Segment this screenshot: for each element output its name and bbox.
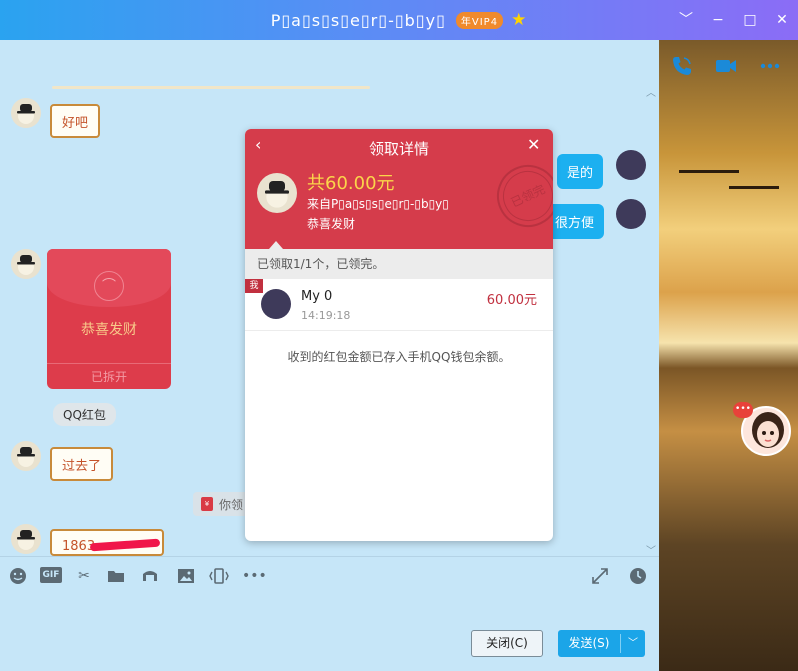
red-packet-icon: ¥ [201,497,213,511]
gif-icon[interactable]: GIF [40,567,62,583]
message-text: 好吧 [62,116,89,131]
hat-man-avatar-icon [17,104,35,124]
message-divider [52,86,370,89]
me-badge: 我 [245,279,263,293]
folder-icon[interactable] [106,566,126,586]
red-packet-source: QQ红包 [53,403,116,426]
side-background-photo [659,40,798,671]
message-text: 很方便 [555,216,595,231]
minimize-button[interactable]: − [710,12,726,28]
qq-penguin-icon: ⌒ [94,271,124,301]
send-button[interactable]: 发送(S) ﹀ [558,630,645,657]
scroll-down-arrow[interactable]: ﹀ [646,542,656,557]
history-icon[interactable] [628,566,648,586]
emoji-icon[interactable] [8,566,28,586]
hat-man-avatar-icon [17,530,35,550]
hat-man-avatar-icon [17,447,35,467]
finished-stamp: 已领完 [486,154,553,238]
list-item[interactable]: 我 My 0 14:19:18 60.00元 [245,279,553,331]
hat-man-avatar-icon [265,181,289,208]
shake-icon[interactable] [209,566,229,586]
red-packet-status: 已拆开 [47,363,171,385]
title-bar: P▯a▯s▯s▯e▯r▯-▯b▯y▯ 年VIP4 ★ ﹀ − □ ✕ [0,0,798,40]
chevron-down-icon[interactable]: ﹀ [621,630,645,657]
expand-icon[interactable] [590,566,610,586]
popup-title: 领取详情 [368,140,429,158]
avatar[interactable] [11,249,41,279]
input-toolbar: GIF ✂ ••• [0,556,659,594]
red-packet-detail-popup: ‹ 领取详情 ✕ 共60.00元 来自P▯a▯s▯s▯e▯r▯-▯b▯y▯ 恭喜… [245,129,553,541]
close-window-button[interactable]: ✕ [774,12,790,28]
message-bubble[interactable]: 是的 [557,154,604,189]
avatar[interactable] [11,98,41,128]
total-amount: 共60.00元 [307,173,395,194]
sender-avatar [257,173,297,213]
phone-icon[interactable] [670,54,694,78]
video-icon[interactable] [714,54,738,78]
close-button[interactable]: 关闭(C) [471,630,543,657]
maximize-button[interactable]: □ [742,12,758,28]
window-title: P▯a▯s▯s▯e▯r▯-▯b▯y▯ [270,10,446,30]
message-text: 过去了 [62,459,102,474]
avatar[interactable] [11,524,41,554]
greeting-text: 恭喜发财 [307,217,356,231]
image-icon[interactable] [176,566,196,586]
music-icon[interactable] [140,566,160,586]
message-text: 是的 [567,166,594,181]
hat-man-avatar-icon [17,255,35,275]
send-button-label: 发送(S) [568,636,610,650]
popup-header: ‹ 领取详情 ✕ 共60.00元 来自P▯a▯s▯s▯e▯r▯-▯b▯y▯ 恭喜… [245,129,553,249]
popup-notch [269,241,283,249]
chat-bubble-icon[interactable]: ••• [733,402,753,418]
avatar[interactable] [11,441,41,471]
receive-amount: 60.00元 [486,293,537,308]
vip-badge: 年VIP4 [455,11,504,29]
wallet-note: 收到的红包金额已存入手机QQ钱包余额。 [287,350,511,364]
window-controls: ﹀ − □ ✕ [678,0,790,40]
system-notice[interactable]: ¥ 你领 [193,492,252,516]
stamp-ring [494,162,553,230]
collapse-button[interactable]: ﹀ [678,12,694,28]
more-icon[interactable] [758,54,782,78]
more-tools-icon[interactable]: ••• [242,566,267,586]
message-bubble[interactable]: 好吧 [50,104,101,138]
avatar[interactable] [616,199,646,229]
close-icon[interactable]: ✕ [527,135,543,155]
star-icon[interactable]: ★ [511,10,527,30]
avatar [261,289,291,319]
scissors-icon[interactable]: ✂ [74,566,94,586]
red-packet-title: 恭喜发财 [81,322,137,338]
claim-summary: 已领取1/1个，已领完。 [245,249,553,279]
message-bubble[interactable]: 过去了 [50,447,114,481]
sender-name: 来自P▯a▯s▯s▯e▯r▯-▯b▯y▯ [307,197,449,211]
system-notice-text: 你领 [219,498,244,512]
chat-top-tools [670,54,782,78]
message-bubble[interactable]: 很方便 [545,204,605,239]
receive-time: 14:19:18 [301,309,351,322]
scroll-up-arrow[interactable]: ︿ [646,84,656,99]
avatar[interactable] [616,150,646,180]
receiver-name: My 0 [301,289,333,304]
boat-silhouette [679,170,739,173]
red-packet-card[interactable]: ⌒ 恭喜发财 已拆开 [47,249,171,389]
boat-silhouette [729,186,779,189]
